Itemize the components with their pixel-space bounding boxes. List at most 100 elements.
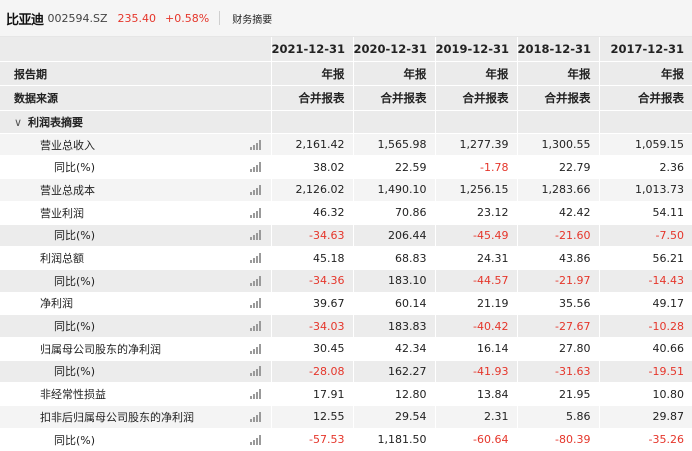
yoy-row: 同比(%) -57.53 1,181.50 -60.64 -80.39 -35.26: [0, 428, 692, 451]
section-empty-cell: [516, 110, 599, 134]
metric-label: 归属母公司股东的净利润: [40, 342, 161, 356]
report-type-cell: 年报: [270, 61, 353, 87]
value-cell: 10.80: [598, 382, 692, 406]
bar-chart-icon[interactable]: [249, 389, 261, 400]
metric-label-cell: 利润总额: [0, 246, 271, 270]
value-cell: 42.34: [352, 337, 435, 361]
metric-label-cell: 营业总成本: [0, 178, 271, 202]
metric-label: 同比(%): [54, 433, 96, 447]
value-cell: 1,300.55: [516, 133, 599, 157]
stock-header-bar: 比亚迪 002594.SZ 235.40 +0.58% 财务摘要: [0, 0, 692, 37]
value-cell: 24.31: [434, 246, 517, 270]
value-cell: 56.21: [598, 246, 692, 270]
value-cell: -31.63: [516, 360, 599, 384]
bar-chart-icon[interactable]: [249, 162, 261, 173]
metric-row: 营业总收入 2,161.42 1,565.98 1,277.39 1,300.55 1,0…: [0, 133, 692, 157]
price-change: +0.58%: [165, 11, 210, 25]
yoy-row: 同比(%) -34.03 183.83 -40.42 -27.67 -10.28: [0, 314, 692, 338]
period-header: 2019-12-31: [434, 37, 517, 62]
period-header: 2020-12-31: [352, 37, 435, 62]
data-source-cell: 合并报表: [516, 85, 599, 112]
section-title: 利润表摘要: [28, 115, 83, 129]
value-cell: -34.63: [270, 224, 353, 248]
metric-label-cell: 净利润: [0, 292, 271, 316]
metric-label: 营业总收入: [40, 138, 95, 152]
bar-chart-icon[interactable]: [249, 343, 261, 354]
financial-summary-table: 2021-12-31 2020-12-31 2019-12-31 2018-12…: [0, 37, 692, 451]
value-cell: 1,277.39: [434, 133, 517, 157]
bar-chart-icon[interactable]: [249, 434, 261, 445]
yoy-row: 同比(%) 38.02 22.59 -1.78 22.79 2.36: [0, 155, 692, 180]
value-cell: 1,490.10: [352, 178, 435, 202]
value-cell: 29.54: [352, 405, 435, 429]
bar-chart-icon[interactable]: [249, 253, 261, 264]
data-source-cell: 合并报表: [434, 85, 517, 112]
value-cell: 183.83: [352, 314, 435, 338]
bar-chart-icon[interactable]: [249, 230, 261, 241]
tab-financial-summary[interactable]: 财务摘要: [232, 11, 272, 26]
section-row-income-statement[interactable]: ∨ 利润表摘要: [0, 110, 692, 134]
period-header: 2017-12-31: [598, 37, 692, 62]
metric-label: 同比(%): [54, 365, 96, 379]
value-cell: 1,565.98: [352, 133, 435, 157]
value-cell: 2.36: [598, 155, 692, 180]
value-cell: -27.67: [516, 314, 599, 338]
metric-label-cell: 营业利润: [0, 201, 271, 225]
value-cell: 21.19: [434, 292, 517, 316]
value-cell: -41.93: [434, 360, 517, 384]
metric-row: 非经常性损益 17.91 12.80 13.84 21.95 10.80: [0, 382, 692, 406]
metric-label-cell: 同比(%): [0, 155, 271, 180]
report-type-cell: 年报: [434, 61, 517, 87]
bar-chart-icon[interactable]: [249, 184, 261, 195]
value-cell: -44.57: [434, 269, 517, 293]
value-cell: -60.64: [434, 428, 517, 451]
bar-chart-icon[interactable]: [249, 321, 261, 332]
bar-chart-icon[interactable]: [249, 139, 261, 150]
value-cell: -35.26: [598, 428, 692, 451]
bar-chart-icon[interactable]: [249, 275, 261, 286]
value-cell: 16.14: [434, 337, 517, 361]
metric-row: 利润总额 45.18 68.83 24.31 43.86 56.21: [0, 246, 692, 270]
value-cell: 60.14: [352, 292, 435, 316]
metric-row: 营业利润 46.32 70.86 23.12 42.42 54.11: [0, 201, 692, 225]
bar-chart-icon[interactable]: [249, 207, 261, 218]
value-cell: 5.86: [516, 405, 599, 429]
section-empty-cell: [434, 110, 517, 134]
metric-label: 同比(%): [54, 274, 96, 288]
value-cell: 206.44: [352, 224, 435, 248]
value-cell: 12.55: [270, 405, 353, 429]
bar-chart-icon[interactable]: [249, 366, 261, 377]
metric-label-cell: 非经常性损益: [0, 382, 271, 406]
value-cell: 17.91: [270, 382, 353, 406]
value-cell: 45.18: [270, 246, 353, 270]
value-cell: 30.45: [270, 337, 353, 361]
bar-chart-icon[interactable]: [249, 298, 261, 309]
data-source-cell: 合并报表: [352, 85, 435, 112]
metric-label-cell: 营业总收入: [0, 133, 271, 157]
value-cell: -21.97: [516, 269, 599, 293]
value-cell: 23.12: [434, 201, 517, 225]
value-cell: 39.67: [270, 292, 353, 316]
report-period-label: 报告期: [0, 61, 271, 87]
value-cell: 49.17: [598, 292, 692, 316]
value-cell: 21.95: [516, 382, 599, 406]
value-cell: 12.80: [352, 382, 435, 406]
value-cell: 1,059.15: [598, 133, 692, 157]
data-source-cell: 合并报表: [270, 85, 353, 112]
report-type-cell: 年报: [352, 61, 435, 87]
data-source-cell: 合并报表: [598, 85, 692, 112]
value-cell: 35.56: [516, 292, 599, 316]
value-cell: 2,161.42: [270, 133, 353, 157]
yoy-row: 同比(%) -34.36 183.10 -44.57 -21.97 -14.43: [0, 269, 692, 293]
section-empty-cell: [352, 110, 435, 134]
data-source-label: 数据来源: [0, 85, 271, 112]
metric-label-cell: 同比(%): [0, 269, 271, 293]
bar-chart-icon[interactable]: [249, 411, 261, 422]
report-type-row: 报告期 年报 年报 年报 年报 年报: [0, 61, 692, 87]
value-cell: -34.36: [270, 269, 353, 293]
value-cell: 68.83: [352, 246, 435, 270]
section-toggle[interactable]: ∨ 利润表摘要: [0, 110, 271, 134]
metric-label-cell: 扣非后归属母公司股东的净利润: [0, 405, 271, 429]
value-cell: 183.10: [352, 269, 435, 293]
metric-label: 同比(%): [54, 320, 96, 334]
